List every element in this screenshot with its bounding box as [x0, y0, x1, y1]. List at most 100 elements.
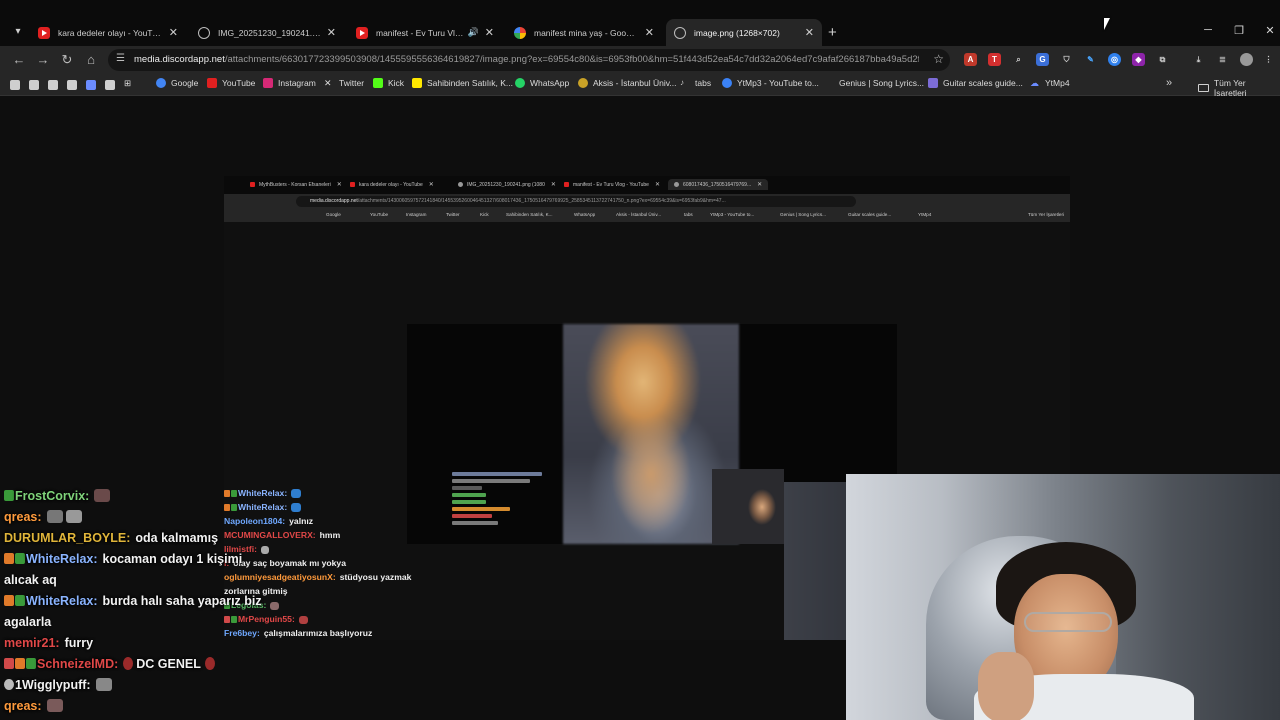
bookmark-square-icon[interactable] — [29, 80, 39, 90]
youtube-icon — [350, 182, 355, 187]
speaker-icon[interactable]: 🔊 — [468, 27, 479, 38]
home-icon[interactable]: ⌂ — [82, 52, 100, 67]
blue-circle-extension-icon[interactable]: ◎ — [1108, 53, 1121, 66]
inner-url: media.discordapp.net/attachments/1430060… — [296, 196, 856, 207]
all-bookmarks[interactable]: Tüm Yer İşaretleri — [1198, 78, 1280, 98]
inner-tab: manifest - Ev Turu Vlog - YouTube ✕ — [564, 181, 660, 188]
inner-bookmark: Google — [326, 212, 341, 217]
inner-webcam-thumbnail — [712, 469, 784, 544]
streamer-webcam — [846, 474, 1280, 720]
youtube-icon — [207, 78, 217, 88]
sahibinden-icon — [412, 78, 422, 88]
restore-icon[interactable]: ❐ — [1229, 24, 1249, 37]
inner-bookmark: WhatsApp — [574, 212, 596, 217]
bookmark-kick[interactable]: Kick — [373, 78, 404, 88]
inner-bookmark: YouTube — [370, 212, 389, 217]
bookmark-square-icon[interactable] — [10, 80, 20, 90]
site-info-icon[interactable]: ☰ — [116, 53, 125, 64]
bookmark-aksis[interactable]: Aksis - İstanbul Üniv... — [578, 78, 676, 88]
url-text[interactable]: media.discordapp.net/attachments/6630177… — [134, 54, 919, 65]
inner-chat-message: MrPenguin55: — [224, 614, 311, 624]
bookmark-square-icon[interactable] — [105, 80, 115, 90]
tab-search-chevron-icon[interactable]: ▾ — [8, 22, 28, 42]
download-icon[interactable]: ⤓ — [1192, 53, 1205, 66]
reload-icon[interactable]: ↻ — [58, 52, 76, 68]
inner-chat-message: WhiteRelax: — [224, 488, 304, 498]
emote — [291, 503, 302, 512]
inner-bookmark: Genius | Song Lyrics... — [780, 212, 826, 217]
instagram-icon — [263, 78, 273, 88]
bookmark-whatsapp[interactable]: WhatsApp — [515, 78, 569, 88]
globe-icon — [198, 26, 210, 39]
address-bar[interactable]: ☰ media.discordapp.net/attachments/66301… — [108, 49, 950, 71]
bookmarks-overflow-icon[interactable]: » — [1166, 77, 1172, 89]
guitar-icon — [928, 78, 938, 88]
tab-kara-dedeler[interactable]: kara dedeler olayı - YouTube ✕ — [30, 19, 186, 46]
inner-tab: IMG_20251230_190241.png (1080 ✕ — [458, 181, 556, 188]
bookmark-square-icon[interactable] — [67, 80, 77, 90]
translate-extension-icon[interactable]: G — [1036, 53, 1049, 66]
inner-chat-message: l: olay saç boyamak mı yokya — [224, 558, 346, 568]
purple-extension-icon[interactable]: ◆ — [1132, 53, 1145, 66]
aksis-icon — [578, 78, 588, 88]
search-extension-icon[interactable]: ⌕ — [1012, 53, 1025, 66]
bookmark-square-icon[interactable] — [48, 80, 58, 90]
close-window-icon[interactable]: ✕ — [1260, 24, 1280, 37]
close-tab-icon[interactable]: ✕ — [327, 26, 336, 39]
bookmark-youtube[interactable]: YouTube — [207, 78, 255, 88]
close-tab-icon[interactable]: ✕ — [169, 26, 178, 39]
forward-icon[interactable]: → — [34, 52, 52, 67]
new-tab-button[interactable]: + — [828, 24, 837, 41]
chat-message: 1Wigglypuff: — [4, 678, 115, 692]
adblock-extension-icon[interactable]: A — [964, 53, 977, 66]
menu-kebab-icon[interactable]: ⋮ — [1262, 53, 1275, 66]
bookmark-ytmp3[interactable]: YtMp3 - YouTube to... — [722, 78, 819, 88]
tab-img-png[interactable]: IMG_20251230_190241.png (1080 ✕ — [190, 19, 344, 46]
bookmark-google[interactable]: Google — [156, 78, 198, 88]
globe-icon — [674, 26, 686, 39]
back-icon[interactable]: ← — [10, 52, 28, 67]
bookmark-genius[interactable]: Genius | Song Lyrics... — [839, 78, 924, 88]
bookmark-sahibinden[interactable]: Sahibinden Satılık, K... — [412, 78, 513, 88]
toolbar: ← → ↻ ⌂ ☰ media.discordapp.net/attachmen… — [0, 46, 1280, 74]
apps-grid-icon[interactable]: ⊞ — [124, 78, 131, 89]
bookmark-ytmp4[interactable]: ☁ YtMp4 — [1030, 78, 1070, 88]
inner-tab: MythBusters - Korsan Efsaneleri ✕ — [250, 181, 342, 188]
close-tab-icon: ✕ — [550, 182, 556, 188]
stylus-extension-icon[interactable]: ✎ — [1084, 53, 1097, 66]
bookmark-square-icon[interactable] — [86, 80, 96, 90]
tab-image-png[interactable]: image.png (1268×702) ✕ — [666, 19, 822, 46]
tab-google-search[interactable]: manifest mina yaş - Google'da Ara ✕ — [506, 19, 662, 46]
bookmark-star-icon[interactable]: ☆ — [933, 52, 944, 66]
ytmp3-icon — [722, 78, 732, 88]
minimize-icon[interactable]: ─ — [1198, 24, 1218, 36]
inner-bookmark: YtMp4 — [918, 212, 932, 217]
close-tab-icon[interactable]: ✕ — [645, 26, 654, 39]
globe-icon — [674, 182, 679, 187]
tp-extension-icon[interactable]: T — [988, 53, 1001, 66]
inner-chat-message: WhiteRelax: — [224, 502, 304, 512]
close-tab-icon[interactable]: ✕ — [805, 26, 814, 39]
bookmark-twitter[interactable]: ✕ Twitter — [324, 78, 364, 88]
close-tab-icon[interactable]: ✕ — [485, 26, 494, 39]
youtube-icon — [38, 26, 50, 39]
inner-chat-message: MCUMINGALLOVERX: hmm — [224, 530, 341, 540]
profile-avatar-icon[interactable] — [1240, 53, 1253, 66]
bookmark-guitar-scales[interactable]: Guitar scales guide... — [928, 78, 1023, 88]
streamer-hand — [978, 652, 1034, 720]
kick-icon — [373, 78, 383, 88]
bookmark-instagram[interactable]: Instagram — [263, 78, 316, 88]
chat-message: SchneizelMD: DC GENEL — [4, 657, 218, 671]
media-controls-icon[interactable]: ≣ — [1216, 53, 1229, 66]
inner-chat-message: Fre6bey: çalışmalarımıza başlıyoruz — [224, 628, 373, 638]
tab-manifest-vlog[interactable]: manifest - Ev Turu Vlog - YouTube 🔊 ✕ — [348, 19, 502, 46]
inner-bookmark: Instagram — [406, 212, 427, 217]
chat-message-continuation: alıcak aq — [4, 573, 57, 587]
emote — [298, 616, 308, 624]
extensions-puzzle-icon[interactable]: ⧉ — [1156, 53, 1169, 66]
emote — [270, 602, 280, 610]
shield-extension-icon[interactable]: ⛉ — [1060, 53, 1073, 66]
chat-message: qreas: — [4, 699, 66, 713]
inner-bookmarks-bar: Google YouTube Instagram Twitter Kick Sa… — [224, 209, 1070, 222]
bookmark-tabs[interactable]: ♪ tabs — [680, 78, 711, 88]
